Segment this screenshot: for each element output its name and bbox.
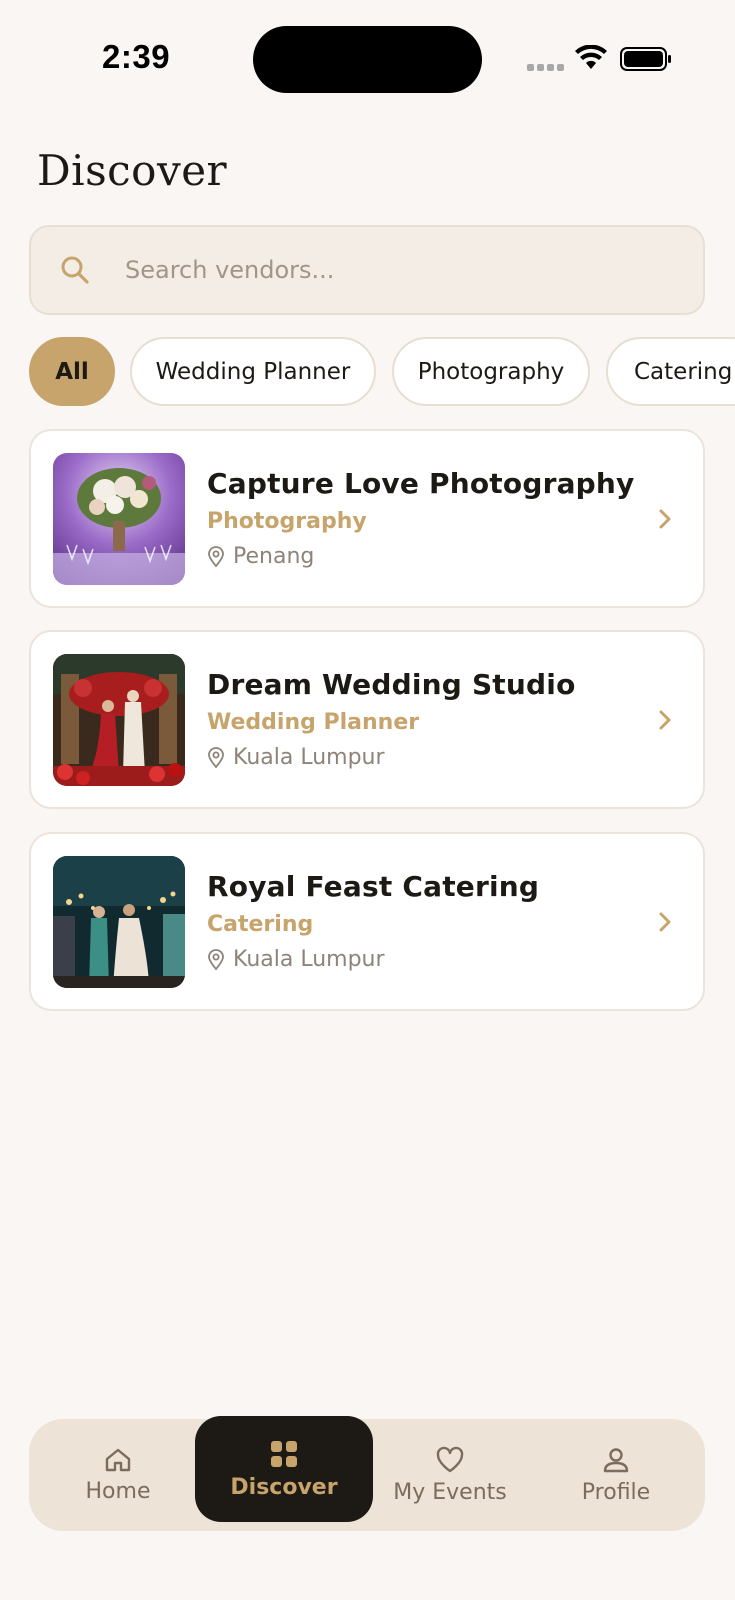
- nav-my-events-label: My Events: [393, 1479, 507, 1505]
- vendor-category: Wedding Planner: [207, 710, 420, 735]
- chevron-right-icon: [659, 710, 671, 730]
- vendor-card[interactable]: Dream Wedding Studio Wedding Planner Kua…: [29, 630, 705, 809]
- home-icon: [105, 1448, 131, 1471]
- wifi-icon: [575, 45, 607, 69]
- heart-icon: [436, 1446, 464, 1472]
- vendor-location-text: Kuala Lumpur: [233, 947, 385, 972]
- nav-discover[interactable]: Discover: [195, 1416, 373, 1522]
- vendor-location-text: Kuala Lumpur: [233, 745, 385, 770]
- vendor-photo: [53, 654, 185, 786]
- nav-profile[interactable]: Profile: [531, 1419, 701, 1531]
- nav-profile-label: Profile: [581, 1479, 651, 1505]
- filter-chip-catering[interactable]: Catering: [606, 337, 735, 406]
- nav-my-events[interactable]: My Events: [365, 1419, 535, 1531]
- chevron-right-icon: [659, 912, 671, 932]
- vendor-location: Penang: [207, 544, 314, 569]
- filter-chip-wedding-planner[interactable]: Wedding Planner: [130, 337, 376, 406]
- dynamic-island: [253, 26, 482, 93]
- vendor-location: Kuala Lumpur: [207, 947, 385, 972]
- vendor-photo: [53, 856, 185, 988]
- vendor-name: Royal Feast Catering: [207, 870, 540, 903]
- vendor-category: Photography: [207, 509, 367, 534]
- vendor-photo: [53, 453, 185, 585]
- user-icon: [603, 1447, 629, 1472]
- vendor-card[interactable]: Royal Feast Catering Catering Kuala Lump…: [29, 832, 705, 1011]
- nav-home[interactable]: Home: [33, 1419, 203, 1531]
- vendor-location-text: Penang: [233, 544, 315, 569]
- nav-discover-label: Discover: [230, 1474, 338, 1500]
- category-filter-bar: All Wedding Planner Photography Catering: [29, 337, 735, 407]
- filter-chip-all[interactable]: All: [29, 337, 115, 406]
- bottom-nav: Home Discover My Events Profile: [29, 1416, 705, 1531]
- map-pin-icon: [208, 545, 224, 567]
- chevron-right-icon: [659, 509, 671, 529]
- status-bar: 2:39: [0, 0, 735, 110]
- vendor-name: Dream Wedding Studio: [207, 668, 576, 701]
- search-input[interactable]: [125, 247, 665, 293]
- page-title: Discover: [37, 146, 228, 195]
- vendor-location: Kuala Lumpur: [207, 745, 385, 770]
- grid-icon: [271, 1440, 297, 1467]
- search-bar[interactable]: [29, 225, 705, 315]
- battery-icon: [620, 47, 671, 71]
- status-time: 2:39: [102, 38, 171, 75]
- map-pin-icon: [208, 746, 224, 768]
- nav-home-label: Home: [85, 1478, 151, 1504]
- filter-chip-photography[interactable]: Photography: [392, 337, 590, 406]
- map-pin-icon: [208, 948, 224, 970]
- vendor-name: Capture Love Photography: [207, 467, 635, 500]
- vendor-category: Catering: [207, 912, 314, 937]
- search-icon: [61, 256, 89, 284]
- vendor-card[interactable]: Capture Love Photography Photography Pen…: [29, 429, 705, 608]
- cellular-signal-icon: [527, 64, 564, 71]
